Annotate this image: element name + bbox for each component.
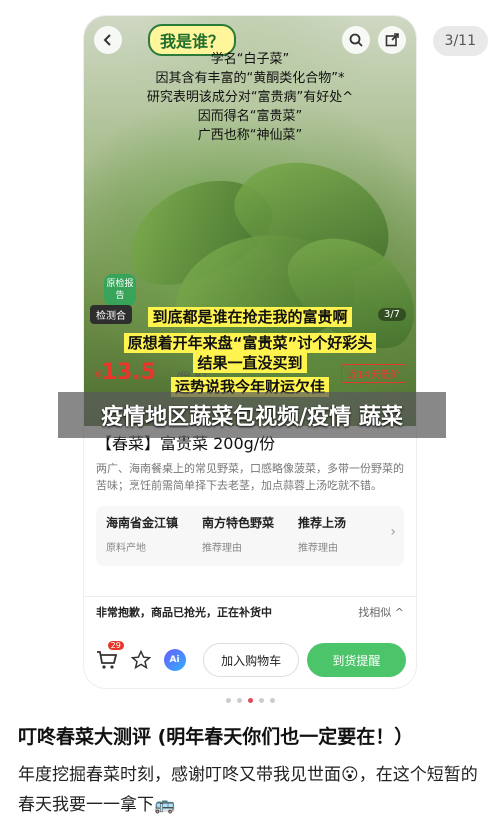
restock-notify-button[interactable]: 到货提醒 — [306, 643, 407, 677]
carousel-dot[interactable] — [236, 698, 242, 703]
stock-notice-bar: 非常抱歉，商品已抢光，正在补货中 找相似 ^ — [84, 596, 416, 626]
caption-line: 到底都是谁在抢走我的富贵啊 — [84, 306, 416, 327]
star-icon — [130, 650, 151, 670]
title-overlay-text: 疫情地区蔬菜包视频/疫情 蔬菜 — [101, 405, 403, 430]
attr-origin: 海南省金江镇 原料产地 — [106, 514, 202, 558]
intro-text: 学名“白子菜” 因其含有丰富的“黄酮类化合物”* 研究表明该成分对“富贵病”有好… — [84, 50, 416, 145]
intro-line: 因其含有丰富的“黄酮类化合物”* — [155, 71, 345, 86]
favorite-button[interactable] — [128, 647, 154, 673]
cart-button[interactable]: 29 — [94, 641, 124, 673]
carousel-dot[interactable] — [225, 698, 231, 703]
caption-line: 原想着开年来盘“富贵菜”讨个好彩头 — [84, 332, 416, 353]
image-page-counter: 3/11 — [432, 26, 488, 56]
attr-key: 推荐理由 — [298, 543, 338, 554]
attr-value: 海南省金江镇 — [106, 516, 179, 530]
intro-line: 广西也称“神仙菜” — [197, 128, 303, 143]
cart-icon — [96, 651, 118, 669]
phone-screenshot: 我是谁？ 学名“白子菜” 因其含有丰富的“黄酮类化合物”* 研究表明该成分对“富… — [84, 16, 416, 688]
intro-line: 学名“白子菜” — [210, 52, 290, 67]
product-attributes[interactable]: 海南省金江镇 原料产地 南方特色野菜 推荐理由 推荐上汤 推荐理由 › — [96, 506, 404, 566]
product-info: 【春菜】富贵菜 200g/份 两广、海南餐桌上的常见野菜，口感略像菠菜，多带一份… — [84, 426, 416, 596]
product-hero-image[interactable]: 我是谁？ 学名“白子菜” 因其含有丰富的“黄酮类化合物”* 研究表明该成分对“富… — [84, 16, 416, 426]
intro-line: 研究表明该成分对“富贵病”有好处^ — [146, 90, 354, 105]
caption-line: 结果一直没买到 — [84, 352, 416, 373]
carousel-dot-active[interactable] — [247, 698, 253, 703]
attr-reason: 南方特色野菜 推荐理由 — [202, 514, 298, 558]
carousel-dots — [0, 698, 500, 703]
attr-value: 推荐上汤 — [298, 516, 347, 530]
ai-assistant-button[interactable]: Ai — [162, 647, 188, 673]
post-body: 年度挖掘春菜时刻，感谢叮咚又带我见世面😮，在这个短暂的春天我要一一拿下🚌 — [18, 765, 478, 815]
post-title: 叮咚春菜大测评 (明年春天你们也一定要在！） — [18, 726, 414, 748]
caption-text: 到底都是谁在抢走我的富贵啊 — [148, 307, 352, 327]
attr-value: 南方特色野菜 — [202, 516, 275, 530]
chevron-right-icon: › — [390, 524, 396, 540]
cart-count-badge: 29 — [107, 641, 124, 650]
add-to-cart-button[interactable]: 加入购物车 — [203, 643, 299, 677]
find-similar-link[interactable]: 找相似 ^ — [358, 604, 404, 620]
caption-text: 结果一直没买到 — [193, 353, 307, 373]
intro-line: 因而得名“富贵菜” — [197, 109, 303, 124]
sold-out-notice: 非常抱歉，商品已抢光，正在补货中 — [96, 605, 272, 619]
attr-recommend: 推荐上汤 推荐理由 — [298, 514, 394, 558]
bottom-action-bar: 29 Ai 加入购物车 到货提醒 — [84, 632, 416, 688]
carousel-dot[interactable] — [269, 698, 275, 703]
product-description: 两广、海南餐桌上的常见野菜，口感略像菠菜，多带一份野菜的苦味；烹饪前需简单择下去… — [96, 462, 404, 492]
back-icon — [103, 34, 111, 46]
ai-icon: Ai — [163, 649, 186, 671]
attr-key: 原料产地 — [106, 543, 146, 554]
share-icon — [385, 33, 399, 47]
carousel-dot[interactable] — [258, 698, 264, 703]
inspection-report-badge[interactable]: 原检报告 — [104, 274, 136, 306]
search-icon — [349, 33, 363, 47]
title-overlay: 疫情地区蔬菜包视频/疫情 蔬菜 — [58, 392, 446, 438]
attr-key: 推荐理由 — [202, 543, 242, 554]
caption-text: 原想着开年来盘“富贵菜”讨个好彩头 — [123, 333, 377, 353]
